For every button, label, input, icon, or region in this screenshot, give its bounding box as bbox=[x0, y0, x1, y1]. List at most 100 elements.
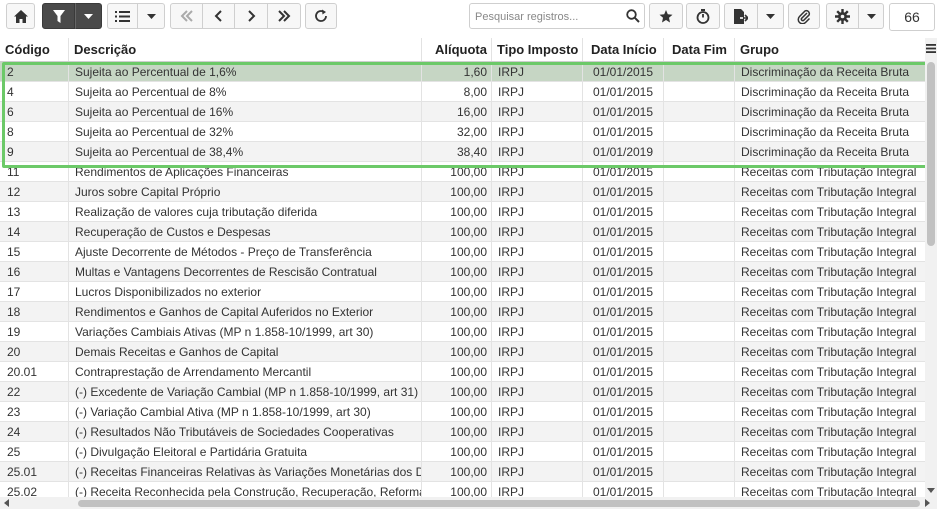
col-header-codigo[interactable]: Código bbox=[0, 38, 68, 61]
cell-tipo-imposto: IRPJ bbox=[491, 342, 582, 361]
col-header-grupo[interactable]: Grupo bbox=[734, 38, 925, 61]
cell-data-inicio: 01/01/2015 bbox=[582, 262, 663, 281]
cell-grupo: Receitas com Tributação Integral bbox=[734, 422, 925, 441]
cell-codigo: 25.02 bbox=[7, 485, 38, 497]
records-grid: Código Descrição Alíquota Tipo Imposto D… bbox=[0, 38, 925, 497]
search-input[interactable] bbox=[473, 7, 625, 27]
cell-data-inicio: 01/01/2015 bbox=[582, 202, 663, 221]
table-row[interactable]: 25 (-) Divulgação Eleitoral e Partidária … bbox=[0, 442, 925, 462]
cell-tipo-imposto: IRPJ bbox=[491, 362, 582, 381]
horizontal-scrollbar[interactable] bbox=[0, 497, 937, 509]
cell-descricao: Recuperação de Custos e Despesas bbox=[68, 222, 421, 241]
page-size-display[interactable]: 66 bbox=[889, 3, 935, 31]
table-row[interactable]: 25.02 (-) Receita Reconhecida pela Constr… bbox=[0, 482, 925, 497]
cell-aliquota: 100,00 bbox=[421, 462, 491, 481]
settings-button[interactable] bbox=[826, 3, 859, 29]
cell-grupo: Discriminação da Receita Bruta bbox=[734, 142, 925, 161]
favorite-button[interactable] bbox=[649, 3, 683, 29]
cell-descricao: Realização de valores cuja tributação di… bbox=[68, 202, 421, 221]
cell-tipo-imposto: IRPJ bbox=[491, 162, 582, 181]
cell-descricao: (-) Receita Reconhecida pela Construção,… bbox=[68, 482, 421, 497]
table-row[interactable]: 25.01 (-) Receitas Financeiras Relativas … bbox=[0, 462, 925, 482]
prev-page-button[interactable] bbox=[203, 3, 235, 29]
cell-tipo-imposto: IRPJ bbox=[491, 402, 582, 421]
home-button[interactable] bbox=[6, 3, 35, 29]
table-row[interactable]: 17 Lucros Disponibilizados no exterior 100… bbox=[0, 282, 925, 302]
table-row[interactable]: 16 Multas e Vantagens Decorrentes de Resc… bbox=[0, 262, 925, 282]
next-page-button[interactable] bbox=[235, 3, 268, 29]
table-row[interactable]: 12 Juros sobre Capital Próprio 100,00 IRPJ 0… bbox=[0, 182, 925, 202]
export-dropdown-button[interactable] bbox=[758, 3, 784, 29]
horizontal-scrollbar-thumb[interactable] bbox=[78, 500, 920, 507]
cell-data-fim bbox=[663, 282, 734, 301]
cell-codigo: 18 bbox=[7, 305, 21, 319]
table-row[interactable]: 18 Rendimentos e Ganhos de Capital Auferi… bbox=[0, 302, 925, 322]
col-header-data-inicio[interactable]: Data Início bbox=[582, 38, 663, 61]
attachment-button[interactable] bbox=[788, 3, 820, 29]
table-row[interactable]: 2 Sujeita ao Percentual de 1,6% 1,60 IRPJ 01… bbox=[0, 62, 925, 82]
col-header-aliquota[interactable]: Alíquota bbox=[421, 38, 491, 61]
cell-aliquota: 100,00 bbox=[421, 262, 491, 281]
table-row[interactable]: 9 Sujeita ao Percentual de 38,4% 38,40 IRPJ… bbox=[0, 142, 925, 162]
cell-aliquota: 100,00 bbox=[421, 482, 491, 497]
cell-descricao: Rendimentos e Ganhos de Capital Auferido… bbox=[68, 302, 421, 321]
cell-descricao: Multas e Vantagens Decorrentes de Rescis… bbox=[68, 262, 421, 281]
toolbar: 66 bbox=[0, 0, 937, 36]
cell-data-fim bbox=[663, 122, 734, 141]
scroll-left-arrow-icon[interactable] bbox=[4, 499, 9, 507]
refresh-button[interactable] bbox=[305, 3, 337, 29]
table-row[interactable]: 8 Sujeita ao Percentual de 32% 32,00 IRPJ 01… bbox=[0, 122, 925, 142]
table-row[interactable]: 4 Sujeita ao Percentual de 8% 8,00 IRPJ 01/0… bbox=[0, 82, 925, 102]
last-page-button[interactable] bbox=[268, 3, 301, 29]
cell-tipo-imposto: IRPJ bbox=[491, 422, 582, 441]
table-row[interactable]: 22 (-) Excedente de Variação Cambial (MP … bbox=[0, 382, 925, 402]
first-page-button[interactable] bbox=[170, 3, 203, 29]
col-header-tipo-imposto[interactable]: Tipo Imposto bbox=[491, 38, 582, 61]
timer-button[interactable] bbox=[686, 3, 720, 29]
table-row[interactable]: 13 Realização de valores cuja tributação … bbox=[0, 202, 925, 222]
table-row[interactable]: 24 (-) Resultados Não Tributáveis de Soci… bbox=[0, 422, 925, 442]
table-row[interactable]: 23 (-) Variação Cambial Ativa (MP n 1.858… bbox=[0, 402, 925, 422]
settings-dropdown-button[interactable] bbox=[859, 3, 884, 29]
cell-descricao: (-) Excedente de Variação Cambial (MP n … bbox=[68, 382, 421, 401]
table-row[interactable]: 20.01 Contraprestação de Arrendamento Mer… bbox=[0, 362, 925, 382]
cell-codigo: 24 bbox=[7, 425, 21, 439]
export-button[interactable] bbox=[724, 3, 758, 29]
cell-aliquota: 100,00 bbox=[421, 382, 491, 401]
table-row[interactable]: 6 Sujeita ao Percentual de 16% 16,00 IRPJ 01… bbox=[0, 102, 925, 122]
table-row[interactable]: 20 Demais Receitas e Ganhos de Capital 100… bbox=[0, 342, 925, 362]
cell-codigo: 25 bbox=[7, 445, 21, 459]
list-view-button[interactable] bbox=[107, 3, 138, 29]
cell-data-fim bbox=[663, 62, 734, 81]
cell-data-fim bbox=[663, 222, 734, 241]
vertical-scrollbar[interactable] bbox=[925, 38, 937, 497]
cell-tipo-imposto: IRPJ bbox=[491, 262, 582, 281]
cell-data-inicio: 01/01/2015 bbox=[582, 362, 663, 381]
cell-aliquota: 100,00 bbox=[421, 362, 491, 381]
vertical-scrollbar-thumb[interactable] bbox=[927, 62, 935, 246]
cell-codigo: 20 bbox=[7, 345, 21, 359]
cell-aliquota: 8,00 bbox=[421, 82, 491, 101]
list-view-dropdown-button[interactable] bbox=[138, 3, 165, 29]
table-row[interactable]: 14 Recuperação de Custos e Despesas 100,00… bbox=[0, 222, 925, 242]
table-row[interactable]: 11 Rendimentos de Aplicações Financeiras 1… bbox=[0, 162, 925, 182]
cell-data-fim bbox=[663, 422, 734, 441]
cell-grupo: Receitas com Tributação Integral bbox=[734, 462, 925, 481]
filter-button[interactable] bbox=[42, 3, 75, 29]
scroll-down-arrow-icon[interactable] bbox=[927, 488, 935, 493]
table-row[interactable]: 15 Ajuste Decorrente de Métodos - Preço d… bbox=[0, 242, 925, 262]
last-page-icon bbox=[278, 10, 291, 22]
cell-descricao: Variações Cambiais Ativas (MP n 1.858-10… bbox=[68, 322, 421, 341]
column-menu-icon[interactable] bbox=[926, 44, 936, 53]
cell-aliquota: 16,00 bbox=[421, 102, 491, 121]
search-icon[interactable] bbox=[626, 9, 640, 23]
col-header-data-fim[interactable]: Data Fim bbox=[663, 38, 734, 61]
table-row[interactable]: 19 Variações Cambiais Ativas (MP n 1.858-… bbox=[0, 322, 925, 342]
cell-grupo: Receitas com Tributação Integral bbox=[734, 242, 925, 261]
cell-data-fim bbox=[663, 302, 734, 321]
filter-dropdown-button[interactable] bbox=[75, 3, 102, 29]
col-header-descricao[interactable]: Descrição bbox=[68, 38, 421, 61]
cell-codigo: 12 bbox=[7, 185, 21, 199]
scroll-right-arrow-icon[interactable] bbox=[925, 499, 930, 507]
cell-aliquota: 100,00 bbox=[421, 302, 491, 321]
